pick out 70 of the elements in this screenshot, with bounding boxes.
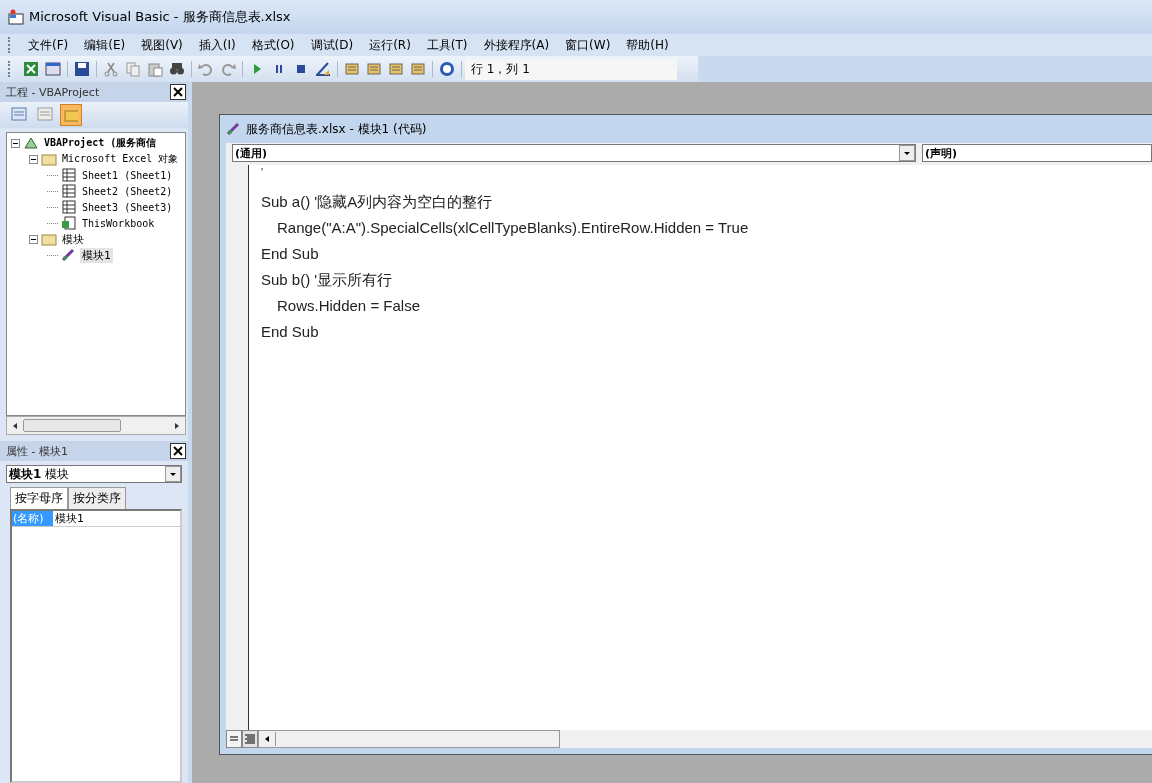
paste-icon[interactable] <box>147 61 163 77</box>
window-title: Microsoft Visual Basic - 服务商信息表.xlsx <box>29 8 291 26</box>
procedure-dropdown[interactable]: (声明) <box>922 144 1152 162</box>
tab[interactable]: 按字母序 <box>10 487 68 509</box>
horizontal-scrollbar[interactable] <box>258 730 560 748</box>
menu-item[interactable]: 帮助(H) <box>618 36 677 54</box>
menu-item[interactable]: 运行(R) <box>361 36 419 54</box>
tree-item[interactable]: Sheet3 (Sheet3) <box>80 201 175 213</box>
tree-item[interactable]: Microsoft Excel 对象 <box>60 152 181 166</box>
code-line: Sub a() '隐藏A列内容为空白的整行 <box>261 192 494 212</box>
menu-item[interactable]: 窗口(W) <box>557 36 619 54</box>
tree-item[interactable]: VBAProject (服务商信 <box>42 136 159 150</box>
object-dropdown[interactable]: 模块1 模块 <box>6 465 182 483</box>
full-module-view-icon <box>244 733 256 745</box>
tree-item[interactable]: ThisWorkbook <box>80 217 157 229</box>
code-line: Rows.Hidden = False <box>276 296 421 316</box>
menu-item[interactable]: 外接程序(A) <box>475 36 558 54</box>
sheet-icon <box>61 200 77 214</box>
menu-item[interactable]: 格式(O) <box>243 36 303 54</box>
horizontal-scrollbar[interactable] <box>6 416 186 435</box>
tab[interactable]: 按分类序 <box>68 487 126 509</box>
code-line: Range("A:A").SpecialCells(xlCellTypeBlanks).EntireRow.Hidden = True <box>276 218 750 238</box>
procedure-view-button[interactable] <box>226 730 242 748</box>
cursor-position: 行 1，列 1 <box>465 58 677 80</box>
tree-item[interactable]: 模块1 <box>80 247 113 263</box>
project-icon <box>23 136 39 150</box>
menu-item[interactable]: 编辑(E) <box>76 36 134 54</box>
help-icon[interactable] <box>439 61 455 77</box>
panel-title: 工程 - VBAProject <box>6 84 100 100</box>
workbook-icon <box>61 216 77 230</box>
code-line: End Sub <box>261 244 320 264</box>
module-icon <box>61 248 77 262</box>
design-mode-icon[interactable] <box>315 61 331 77</box>
procedure-view-icon <box>228 734 240 744</box>
find-icon[interactable] <box>169 61 185 77</box>
menu-item[interactable]: 工具(T) <box>418 36 476 54</box>
module-icon <box>226 122 242 136</box>
sheet-icon <box>61 184 77 198</box>
close-icon[interactable] <box>170 84 186 100</box>
code-line: Sub b() '显示所有行 <box>261 270 394 290</box>
toggle-folders-button[interactable] <box>60 104 82 126</box>
save-icon[interactable] <box>74 61 90 77</box>
code-line: ' <box>261 169 265 180</box>
tree-item[interactable]: Sheet1 (Sheet1) <box>80 169 175 181</box>
panel-title: 属性 - 模块1 <box>6 443 68 459</box>
app-icon <box>8 9 24 25</box>
folder-icon <box>41 152 57 166</box>
excel-icon[interactable] <box>23 61 39 77</box>
collapse-box-icon[interactable] <box>29 154 38 164</box>
code-line: End Sub <box>261 322 320 342</box>
form-icon[interactable] <box>45 61 61 77</box>
menu-item[interactable]: 文件(F) <box>20 36 77 54</box>
full-module-view-button[interactable] <box>242 730 258 748</box>
folder-icon <box>41 232 57 246</box>
menu-item[interactable]: 视图(V) <box>133 36 191 54</box>
tree-item[interactable]: Sheet2 (Sheet2) <box>80 185 175 197</box>
close-icon[interactable] <box>170 443 186 459</box>
menu-item[interactable]: 插入(I) <box>190 36 244 54</box>
property-value[interactable]: 模块1 <box>53 511 84 526</box>
code-window-title: 服务商信息表.xlsx - 模块1 (代码) <box>246 120 427 138</box>
scissors-icon[interactable] <box>103 61 119 77</box>
collapse-box-icon[interactable] <box>29 234 38 244</box>
redo-icon[interactable] <box>220 61 236 77</box>
folder-icon <box>64 108 78 122</box>
menu-item[interactable]: 调试(D) <box>302 36 362 54</box>
tree-item[interactable]: 模块 <box>60 231 86 247</box>
sheet-icon <box>61 168 77 182</box>
collapse-box-icon[interactable] <box>11 138 20 148</box>
object-dropdown[interactable]: (通用) <box>232 144 916 162</box>
undo-icon[interactable] <box>198 61 214 77</box>
